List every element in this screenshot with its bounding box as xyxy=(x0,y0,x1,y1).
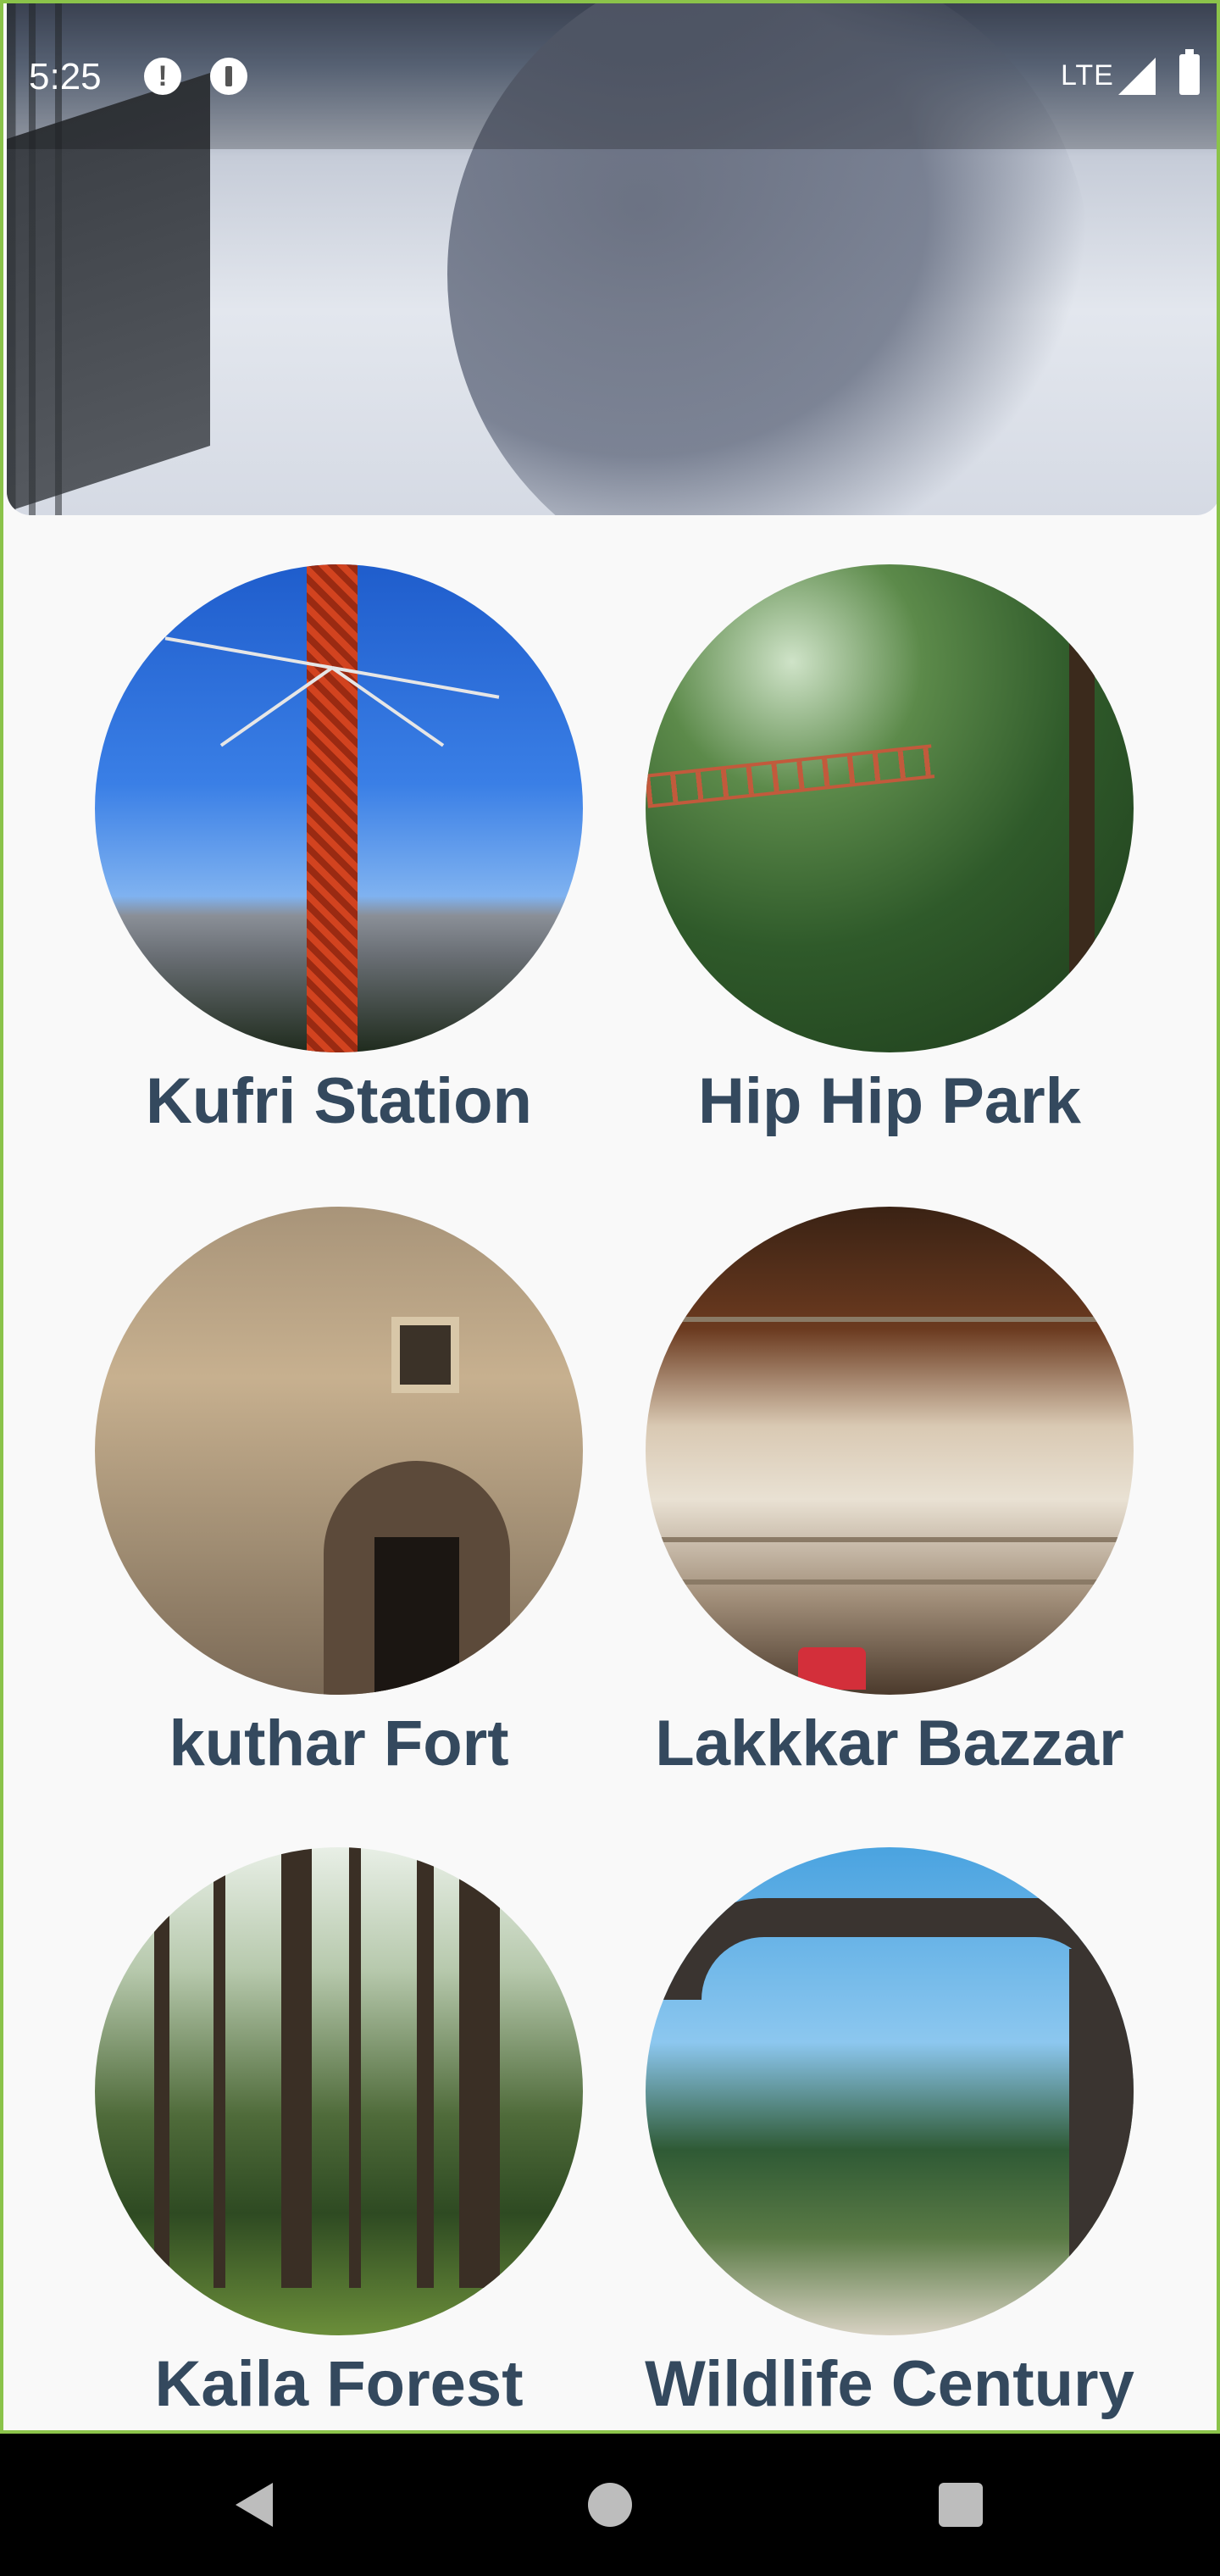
place-image[interactable] xyxy=(646,1847,1134,2335)
place-image[interactable] xyxy=(646,1207,1134,1695)
place-card-lakkkar-bazzar[interactable]: Lakkkar Bazzar xyxy=(618,1207,1161,1817)
place-card-kufri-station[interactable]: Kufri Station xyxy=(68,564,610,1174)
status-time: 5:25 xyxy=(29,56,102,97)
home-icon[interactable] xyxy=(588,2483,632,2527)
back-icon[interactable] xyxy=(236,2483,273,2527)
app-screen: 5:25 ! LTE Kufri Station Hip Hip Park ku… xyxy=(0,0,1220,2434)
battery-icon xyxy=(1179,49,1200,95)
place-label: Kaila Forest xyxy=(154,2348,524,2420)
place-card-kaila-forest[interactable]: Kaila Forest xyxy=(68,1847,610,2430)
network-type: LTE xyxy=(1061,59,1114,92)
place-image[interactable] xyxy=(95,1847,583,2335)
place-image[interactable] xyxy=(95,564,583,1052)
recents-icon[interactable] xyxy=(939,2483,983,2527)
place-card-wildlife-century[interactable]: Wildlife Century xyxy=(618,1847,1161,2430)
place-image[interactable] xyxy=(646,564,1134,1052)
status-bar: 5:25 ! LTE xyxy=(7,3,1217,149)
do-not-disturb-icon xyxy=(210,58,247,95)
place-label: Lakkkar Bazzar xyxy=(655,1707,1124,1779)
place-label: kuthar Fort xyxy=(169,1707,509,1779)
place-label: Wildlife Century xyxy=(645,2348,1134,2420)
signal-icon xyxy=(1118,58,1156,95)
place-card-hip-hip-park[interactable]: Hip Hip Park xyxy=(618,564,1161,1174)
navigation-bar xyxy=(0,2434,1220,2576)
place-card-kuthar-fort[interactable]: kuthar Fort xyxy=(68,1207,610,1817)
place-image[interactable] xyxy=(95,1207,583,1695)
place-label: Hip Hip Park xyxy=(698,1065,1081,1137)
alert-icon: ! xyxy=(144,58,181,95)
place-label: Kufri Station xyxy=(146,1065,532,1137)
